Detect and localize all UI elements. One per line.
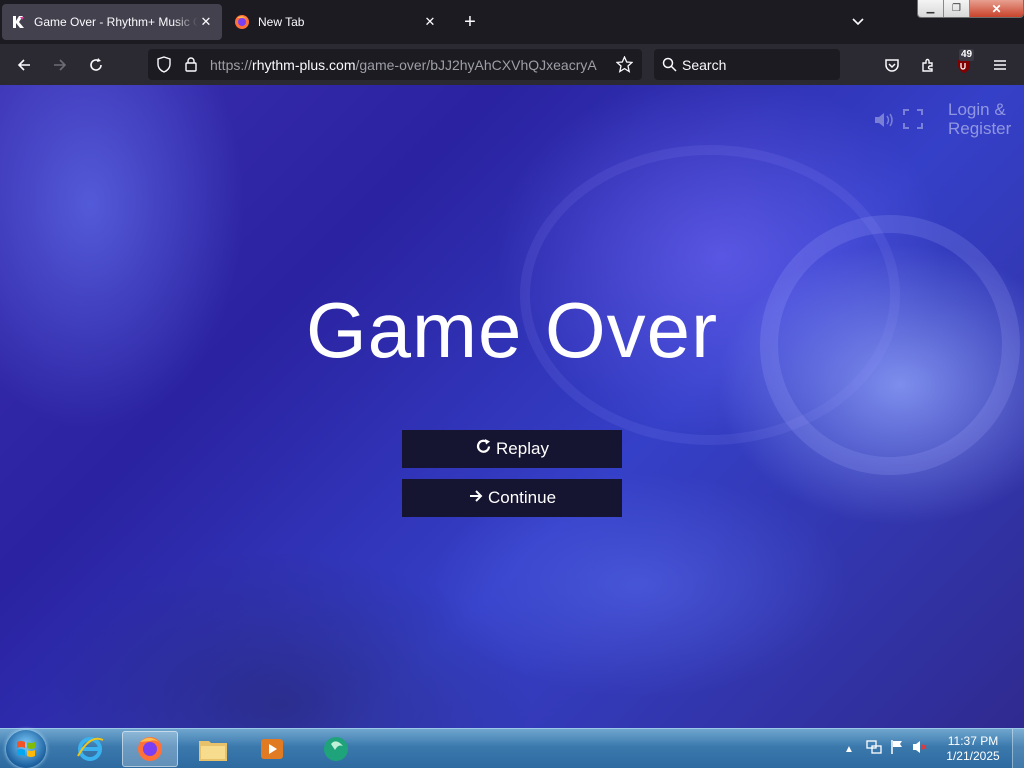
file-explorer-folder-icon[interactable] <box>185 731 241 767</box>
page-title: Game Over <box>305 286 719 374</box>
page-content: Login & Register Game Over Replay Contin… <box>0 85 1024 728</box>
windows-taskbar: ▲ 11:37 PM 1/21/2025 <box>0 728 1024 768</box>
media-player-icon[interactable] <box>244 731 300 767</box>
replay-icon <box>475 438 492 460</box>
fullscreen-icon[interactable] <box>903 109 923 134</box>
clock-date: 1/21/2025 <box>946 749 1000 763</box>
tab-new-tab[interactable]: New Tab ✕ <box>226 4 446 40</box>
login-register-link[interactable]: Login & Register <box>948 100 1018 138</box>
firefox-taskbar-icon[interactable] <box>122 731 178 767</box>
internet-explorer-icon[interactable] <box>62 731 118 767</box>
firefox-icon <box>234 14 250 30</box>
tab-title: New Tab <box>258 15 305 29</box>
volume-icon[interactable] <box>873 111 895 134</box>
continue-button[interactable]: Continue <box>402 479 622 517</box>
reload-icon[interactable] <box>83 52 109 78</box>
login-text: Login & <box>948 100 1006 119</box>
register-text: Register <box>948 119 1012 138</box>
back-arrow-icon[interactable] <box>11 52 37 78</box>
close-tab-icon[interactable]: ✕ <box>422 14 438 30</box>
shield-icon[interactable] <box>156 56 172 78</box>
url-text: https://rhythm-plus.com/game-over/bJJ2hy… <box>210 57 597 73</box>
search-icon <box>662 57 677 77</box>
replay-label: Replay <box>496 439 549 458</box>
hamburger-menu-icon[interactable] <box>987 52 1013 78</box>
clock-time: 11:37 PM <box>947 734 999 748</box>
close-tab-icon[interactable]: ✕ <box>198 14 214 30</box>
windows-logo-icon <box>17 741 35 757</box>
tab-game-over[interactable]: Game Over - Rhythm+ Music Game ✕ <box>2 4 222 40</box>
tab-strip: Game Over - Rhythm+ Music Game ✕ New Tab… <box>0 0 1024 44</box>
list-all-tabs-chevron-icon[interactable] <box>846 10 870 34</box>
continue-label: Continue <box>487 488 557 507</box>
extension-badge-count: 49 <box>959 49 975 61</box>
replay-button[interactable]: Replay <box>402 430 622 468</box>
window-controls: ▁ ❐ ✕ <box>917 0 1024 18</box>
tab-title: Game Over - Rhythm+ Music Game <box>34 15 198 29</box>
search-placeholder: Search <box>682 57 727 73</box>
search-bar[interactable]: Search <box>654 49 840 80</box>
minimize-button[interactable]: ▁ <box>918 0 944 17</box>
app-taskbar-icon[interactable] <box>308 731 364 767</box>
address-bar[interactable]: https://rhythm-plus.com/game-over/bJJ2hy… <box>148 49 642 80</box>
new-tab-button[interactable]: + <box>458 10 482 34</box>
pocket-icon[interactable] <box>879 52 905 78</box>
rhythm-plus-favicon-icon <box>10 14 26 30</box>
close-window-button[interactable]: ✕ <box>970 0 1023 17</box>
action-center-flag-icon[interactable] <box>890 739 904 760</box>
show-hidden-icons-chevron-icon[interactable]: ▲ <box>844 744 854 755</box>
volume-muted-icon[interactable] <box>912 739 928 760</box>
navigation-toolbar: https://rhythm-plus.com/game-over/bJJ2hy… <box>0 44 1024 85</box>
lock-icon[interactable] <box>184 56 198 77</box>
start-button[interactable] <box>6 730 46 768</box>
arrow-right-icon <box>468 488 484 509</box>
bookmark-star-icon[interactable] <box>615 55 634 78</box>
system-tray: ▲ <box>844 729 928 768</box>
taskbar-clock[interactable]: 11:37 PM 1/21/2025 <box>938 734 1008 764</box>
extensions-puzzle-icon[interactable] <box>915 52 941 78</box>
show-desktop-button[interactable] <box>1012 729 1024 768</box>
network-icon[interactable] <box>866 739 882 760</box>
forward-arrow-icon[interactable] <box>47 52 73 78</box>
restore-button[interactable]: ❐ <box>944 0 970 17</box>
